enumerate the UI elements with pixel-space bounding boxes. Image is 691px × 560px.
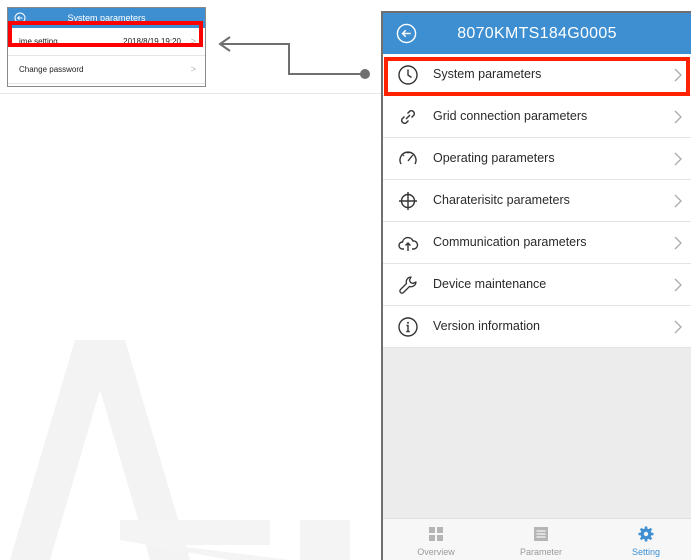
divider — [0, 93, 382, 94]
menu-item-label: Version information — [433, 319, 541, 333]
menu-item-charaterisitc-parameters[interactable]: Charaterisitc parameters — [383, 180, 691, 222]
menu-item-label: Operating parameters — [433, 151, 555, 165]
chevron-right-icon: > — [190, 64, 196, 74]
tab-parameter[interactable]: Parameter — [491, 519, 591, 560]
info-icon — [398, 317, 418, 337]
list-icon — [534, 527, 548, 541]
tab-label: Parameter — [519, 547, 563, 557]
gear-icon — [638, 526, 654, 542]
chevron-right-icon — [674, 320, 682, 334]
settings-menu: System parameters Grid connection parame… — [383, 54, 691, 348]
menu-item-label: Charaterisitc parameters — [433, 193, 570, 207]
inset-row-change-password[interactable]: Change password > — [8, 56, 205, 84]
menu-item-device-maintenance[interactable]: Device maintenance — [383, 264, 691, 306]
cloud-upload-icon — [398, 236, 419, 251]
device-title: 8070KMTS184G0005 — [457, 25, 617, 42]
chevron-right-icon — [674, 110, 682, 124]
tab-setting[interactable]: Setting — [596, 519, 691, 560]
chevron-right-icon — [674, 278, 682, 292]
phone-header: 8070KMTS184G0005 — [383, 13, 691, 54]
menu-item-version-information[interactable]: Version information — [383, 306, 691, 348]
chevron-right-icon — [674, 152, 682, 166]
menu-item-label: Device maintenance — [433, 277, 547, 291]
phone-highlight-box — [384, 57, 690, 96]
connector-arrow — [218, 36, 370, 79]
link-icon — [401, 110, 415, 124]
menu-item-grid-connection-parameters[interactable]: Grid connection parameters — [383, 96, 691, 138]
wrench-icon — [399, 276, 417, 294]
inset-highlight-box — [8, 21, 203, 47]
tab-label: Setting — [631, 547, 661, 557]
menu-item-label: Communication parameters — [433, 235, 587, 249]
inset-row-label: Change password — [19, 65, 84, 74]
menu-item-operating-parameters[interactable]: Operating parameters — [383, 138, 691, 180]
tab-label: Overview — [417, 547, 455, 557]
crosshair-icon — [399, 192, 417, 210]
tab-overview[interactable]: Overview — [386, 519, 486, 560]
grid-icon — [429, 527, 443, 541]
gauge-icon — [399, 151, 417, 165]
menu-item-communication-parameters[interactable]: Communication parameters — [383, 222, 691, 264]
chevron-right-icon — [674, 236, 682, 250]
bottom-tab-bar: Overview Parameter Setting — [383, 518, 691, 560]
chevron-right-icon — [674, 194, 682, 208]
back-icon[interactable] — [396, 23, 417, 44]
inset-screenshot: System parameters ime setting 2018/8/19 … — [7, 7, 206, 87]
menu-item-label: Grid connection parameters — [433, 109, 588, 123]
